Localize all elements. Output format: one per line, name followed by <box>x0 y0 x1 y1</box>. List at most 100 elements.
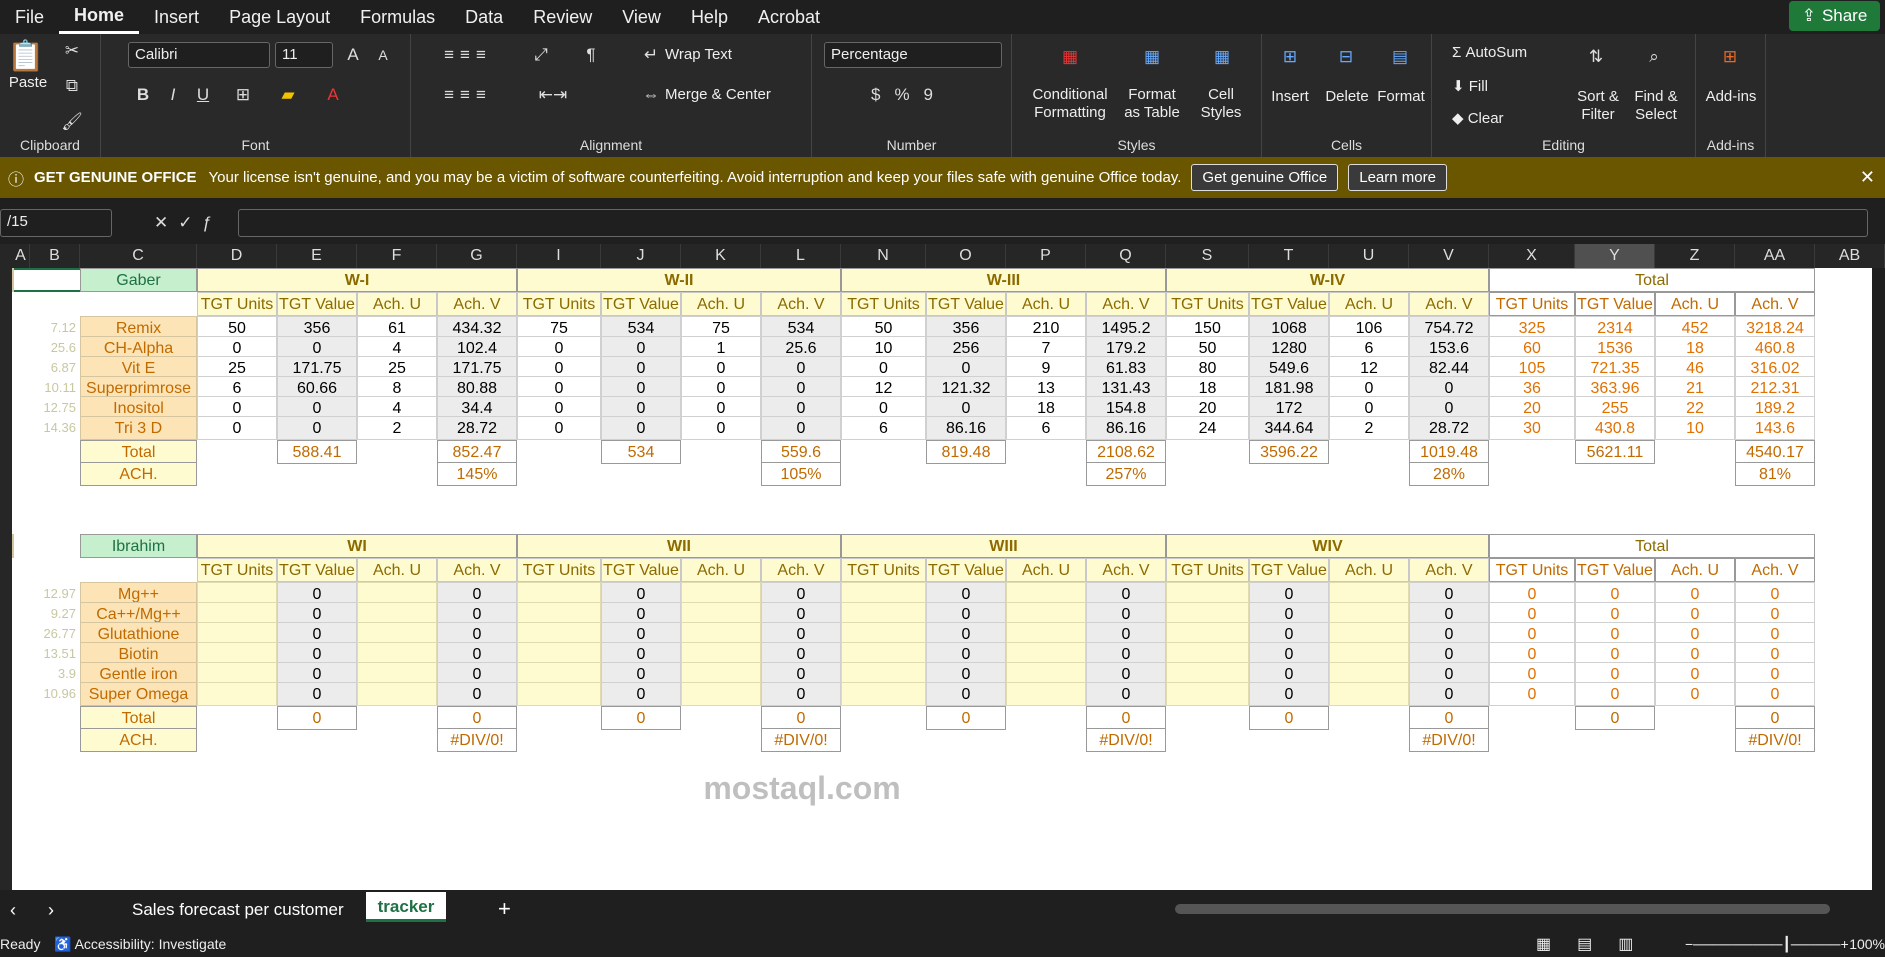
borders-icon[interactable]: ⊞ <box>231 82 255 108</box>
fill-button[interactable]: ⬇ Fill <box>1452 78 1488 96</box>
autosum-button[interactable]: Σ AutoSum <box>1452 44 1527 62</box>
cut-icon[interactable]: ✂ <box>60 39 84 63</box>
column-header-X[interactable]: X <box>1489 244 1575 268</box>
sort-filter-icon[interactable]: ⇅ <box>1578 40 1614 74</box>
horizontal-align-icons[interactable]: ≡≡≡ <box>423 82 513 108</box>
data-cell[interactable]: 6 <box>841 416 926 440</box>
data-cell[interactable]: 0 <box>926 682 1006 706</box>
add-sheet-icon[interactable]: + <box>498 896 511 922</box>
data-cell[interactable]: 0 <box>517 416 601 440</box>
font-color-icon[interactable]: A <box>321 82 345 108</box>
column-header-G[interactable]: G <box>437 244 517 268</box>
increase-font-icon[interactable]: A <box>341 42 365 68</box>
copy-icon[interactable]: ⧉ <box>60 74 84 98</box>
column-header-AA[interactable]: AA <box>1735 244 1815 268</box>
view-mode-icons[interactable]: ▦▤▥ <box>1536 934 1659 954</box>
indent-icons[interactable]: ⇤⇥ <box>523 82 583 108</box>
formula-input[interactable] <box>238 209 1868 237</box>
worksheet-grid[interactable]: Gaber W-I W-II W-III W-IV Total TGT Units TGT V… <box>12 268 1872 890</box>
column-header-B[interactable]: B <box>30 244 80 268</box>
insert-cells-icon[interactable]: ⊞ <box>1272 40 1308 74</box>
menu-review[interactable]: Review <box>518 0 607 34</box>
orientation-icon[interactable]: ⤢ <box>521 42 561 68</box>
close-icon[interactable]: ✕ <box>1860 167 1875 188</box>
column-header-V[interactable]: V <box>1409 244 1489 268</box>
delete-button[interactable]: Delete <box>1322 88 1372 106</box>
data-cell[interactable]: 0 <box>1655 682 1735 706</box>
merge-center-button[interactable]: Merge & Center <box>665 86 771 104</box>
menu-acrobat[interactable]: Acrobat <box>743 0 835 34</box>
clear-button[interactable]: ◆ Clear <box>1452 110 1504 128</box>
data-cell[interactable]: 0 <box>197 416 277 440</box>
delete-cells-icon[interactable]: ⊟ <box>1328 40 1364 74</box>
name-box[interactable]: /15 <box>0 209 112 237</box>
menu-formulas[interactable]: Formulas <box>345 0 450 34</box>
data-cell[interactable]: 28.72 <box>1409 416 1489 440</box>
format-as-table-button[interactable]: Format as Table <box>1122 86 1182 122</box>
data-cell[interactable] <box>357 682 437 706</box>
data-cell[interactable]: 0 <box>1735 682 1815 706</box>
horizontal-scrollbar[interactable] <box>1175 904 1830 914</box>
learn-more-button[interactable]: Learn more <box>1348 164 1447 191</box>
sheet-tab-sales[interactable]: Sales forecast per customer <box>132 900 344 920</box>
font-name-select[interactable]: Calibri <box>128 42 270 68</box>
cell-styles-button[interactable]: Cell Styles <box>1196 86 1246 122</box>
find-select-button[interactable]: Find & Select <box>1626 88 1686 124</box>
column-header-Z[interactable]: Z <box>1655 244 1735 268</box>
format-button[interactable]: Format <box>1376 88 1426 106</box>
data-cell[interactable]: 10 <box>1655 416 1735 440</box>
find-icon[interactable]: ⌕ <box>1636 40 1672 74</box>
addins-button[interactable]: Add-ins <box>1700 88 1762 106</box>
column-header-A[interactable]: A <box>12 244 30 268</box>
menu-view[interactable]: View <box>607 0 676 34</box>
paste-button[interactable]: Paste <box>6 74 50 92</box>
next-sheet-icon[interactable]: › <box>48 900 54 921</box>
data-cell[interactable]: 86.16 <box>1086 416 1166 440</box>
data-cell[interactable] <box>681 682 761 706</box>
share-button[interactable]: ⇪ Share <box>1789 1 1880 31</box>
sheet-tab-tracker[interactable]: tracker <box>366 892 446 922</box>
vertical-align-icons[interactable]: ≡≡≡ <box>423 42 513 68</box>
menu-file[interactable]: File <box>0 0 59 34</box>
data-cell[interactable]: 0 <box>601 682 681 706</box>
data-cell[interactable]: 0 <box>1409 682 1489 706</box>
data-cell[interactable]: 2 <box>1329 416 1409 440</box>
data-cell[interactable]: 0 <box>761 416 841 440</box>
font-size-select[interactable]: 11 <box>275 42 333 68</box>
insert-button[interactable]: Insert <box>1268 88 1312 106</box>
paste-icon[interactable]: 📋 <box>6 38 46 74</box>
data-cell[interactable]: 0 <box>1086 682 1166 706</box>
column-header-C[interactable]: C <box>80 244 197 268</box>
data-cell[interactable]: 0 <box>1489 682 1575 706</box>
data-cell[interactable] <box>1166 682 1249 706</box>
column-header-U[interactable]: U <box>1329 244 1409 268</box>
data-cell[interactable]: 30 <box>1489 416 1575 440</box>
column-header-E[interactable]: E <box>277 244 357 268</box>
wrap-text-button[interactable]: Wrap Text <box>665 46 732 64</box>
italic-icon[interactable]: I <box>161 82 185 108</box>
data-cell[interactable] <box>1006 682 1086 706</box>
data-cell[interactable]: 430.8 <box>1575 416 1655 440</box>
column-header-O[interactable]: O <box>926 244 1006 268</box>
column-header-J[interactable]: J <box>601 244 681 268</box>
column-header-L[interactable]: L <box>761 244 841 268</box>
zoom-slider[interactable]: −─────────┃─────+ <box>1685 936 1849 953</box>
menu-home[interactable]: Home <box>59 0 140 34</box>
column-header-I[interactable]: I <box>517 244 601 268</box>
column-header-T[interactable]: T <box>1249 244 1329 268</box>
menu-insert[interactable]: Insert <box>139 0 214 34</box>
addins-icon[interactable]: ⊞ <box>1712 40 1748 74</box>
formula-buttons-icon[interactable]: ✕✓ƒ <box>140 209 236 237</box>
sort-filter-button[interactable]: Sort & Filter <box>1572 88 1624 124</box>
data-cell[interactable]: 0 <box>1249 682 1329 706</box>
merge-icon[interactable]: ⇔ <box>641 82 661 108</box>
data-cell[interactable]: 0 <box>1575 682 1655 706</box>
get-genuine-button[interactable]: Get genuine Office <box>1191 164 1339 191</box>
data-cell[interactable]: 344.64 <box>1249 416 1329 440</box>
data-cell[interactable] <box>197 682 277 706</box>
data-cell[interactable]: 86.16 <box>926 416 1006 440</box>
data-cell[interactable]: 2 <box>357 416 437 440</box>
decrease-font-icon[interactable]: A <box>371 42 395 68</box>
menu-page-layout[interactable]: Page Layout <box>214 0 345 34</box>
data-cell[interactable]: 6 <box>1006 416 1086 440</box>
